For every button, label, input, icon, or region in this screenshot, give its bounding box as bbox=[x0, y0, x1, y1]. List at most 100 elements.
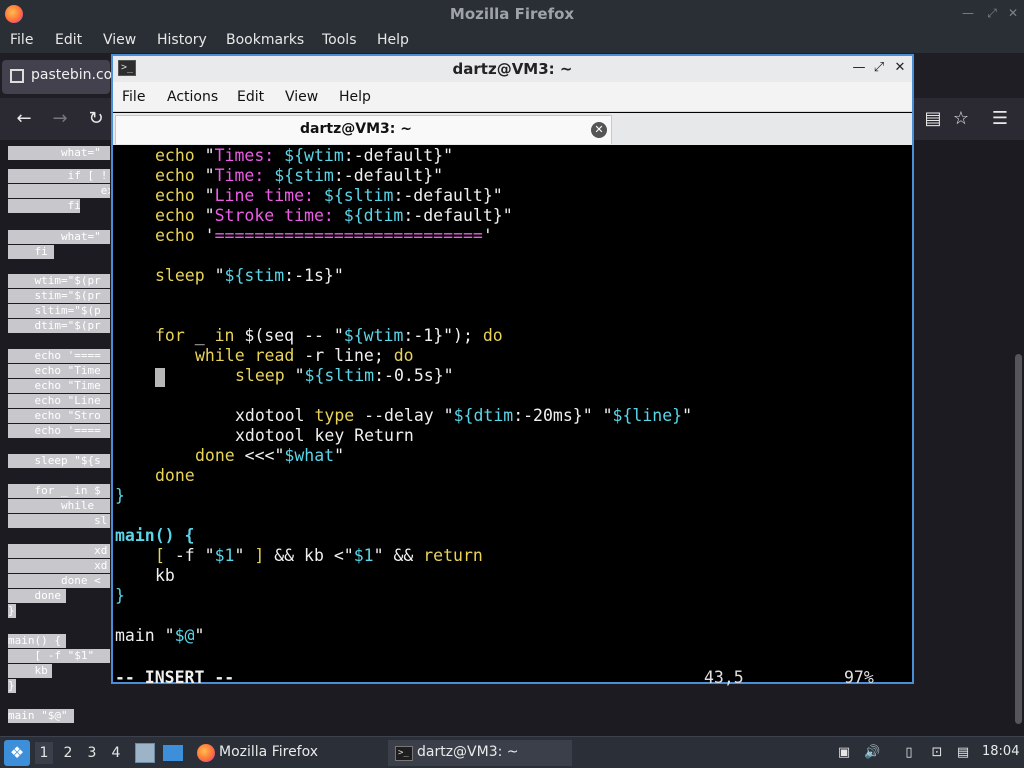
workspace-1[interactable]: 1 bbox=[35, 742, 53, 764]
pastebin-code-line: fi bbox=[8, 245, 54, 259]
code-line: sleep "${sltim:-0.5s}" bbox=[235, 366, 454, 385]
code-line: xdotool key Return bbox=[235, 426, 414, 445]
terminal-app-icon: >_ bbox=[395, 746, 413, 761]
clipboard-icon[interactable]: ▯ bbox=[901, 745, 917, 761]
pastebin-code-line: [ -f "$1" bbox=[8, 649, 110, 663]
terminal-menubar: File Actions Edit View Help bbox=[113, 82, 912, 112]
pastebin-code-line: sltim="$(p bbox=[8, 304, 110, 318]
close-icon[interactable]: ✕ bbox=[1006, 6, 1020, 20]
terminal-window-title: dartz@VM3: ~ bbox=[452, 60, 573, 78]
code-line: main() { bbox=[115, 526, 195, 545]
terminal-titlebar[interactable]: >_ dartz@VM3: ~ — ⤢ ✕ bbox=[113, 56, 912, 82]
menu-view[interactable]: View bbox=[103, 32, 136, 48]
taskbar: ❖ 1 2 3 4 Mozilla Firefox >_ dartz@VM3: … bbox=[0, 736, 1024, 768]
code-line: sleep "${stim:-1s}" bbox=[155, 266, 344, 285]
code-line: echo '===========================' bbox=[155, 226, 493, 245]
terminal-menu-edit[interactable]: Edit bbox=[237, 89, 264, 105]
show-desktop-icon[interactable] bbox=[163, 745, 183, 761]
terminal-window: >_ dartz@VM3: ~ — ⤢ ✕ File Actions Edit … bbox=[111, 54, 914, 687]
workspace-3[interactable]: 3 bbox=[83, 742, 101, 764]
network-icon[interactable]: ⊡ bbox=[929, 745, 945, 761]
menu-bookmarks[interactable]: Bookmarks bbox=[226, 32, 304, 48]
pastebin-code-line: what=" bbox=[8, 146, 110, 160]
pastebin-code-line: echo "Stro bbox=[8, 409, 110, 423]
code-line: echo "Line time: ${sltim:-default}" bbox=[155, 186, 503, 205]
taskbar-firefox-label: Mozilla Firefox bbox=[219, 744, 319, 760]
pastebin-code-line: while bbox=[8, 499, 110, 513]
minimize-icon[interactable]: — bbox=[851, 60, 867, 76]
terminal-menu-help[interactable]: Help bbox=[339, 89, 371, 105]
code-line: xdotool type --delay "${dtim:-20ms}" "${… bbox=[235, 406, 693, 425]
bookmark-star-icon[interactable]: ☆ bbox=[950, 109, 972, 129]
menu-help[interactable]: Help bbox=[377, 32, 409, 48]
terminal-menu-file[interactable]: File bbox=[122, 89, 145, 105]
vim-editor-buffer[interactable]: echo "Times: ${wtim:-default}" echo "Time… bbox=[113, 146, 912, 687]
pastebin-code-line: for _ in $ bbox=[8, 484, 110, 498]
pastebin-code-line: sl bbox=[8, 514, 110, 528]
pastebin-code-line: echo "Line bbox=[8, 394, 110, 408]
volume-icon[interactable]: 🔊 bbox=[864, 745, 880, 761]
vim-mode-indicator: -- INSERT -- bbox=[115, 668, 235, 687]
file-manager-icon[interactable] bbox=[135, 743, 155, 763]
pastebin-code-line: done bbox=[8, 589, 66, 603]
pastebin-code-line: if [ ! bbox=[8, 169, 110, 183]
clock: 18:04 bbox=[982, 744, 1020, 759]
notifications-icon[interactable]: ▤ bbox=[955, 745, 971, 761]
tab-close-icon[interactable]: ✕ bbox=[591, 122, 607, 138]
pastebin-code-line: kb bbox=[8, 664, 52, 678]
workspace-2[interactable]: 2 bbox=[59, 742, 77, 764]
code-line: } bbox=[115, 586, 125, 605]
menu-file[interactable]: File bbox=[10, 32, 33, 48]
code-line: echo "Time: ${stim:-default}" bbox=[155, 166, 444, 185]
pastebin-code-line: } bbox=[8, 604, 16, 618]
vim-scroll-percent: 97% bbox=[844, 668, 874, 687]
text-cursor bbox=[155, 368, 165, 387]
pastebin-code-line: sleep "${s bbox=[8, 454, 110, 468]
terminal-tabbar: dartz@VM3: ~ ✕ bbox=[113, 113, 912, 145]
hamburger-menu-icon[interactable]: ☰ bbox=[989, 109, 1011, 129]
pastebin-code-line: echo '==== bbox=[8, 424, 110, 438]
firefox-scrollbar-thumb[interactable] bbox=[1015, 354, 1022, 724]
taskbar-firefox-button[interactable]: Mozilla Firefox bbox=[192, 740, 382, 766]
app-menu-icon[interactable]: ❖ bbox=[4, 740, 30, 766]
terminal-tab-label: dartz@VM3: ~ bbox=[300, 121, 412, 137]
firefox-titlebar[interactable]: Mozilla Firefox — ⤢ ✕ bbox=[0, 0, 1024, 29]
workspace-4[interactable]: 4 bbox=[107, 742, 125, 764]
media-player-icon[interactable]: ▣ bbox=[836, 745, 852, 761]
taskbar-terminal-button[interactable]: >_ dartz@VM3: ~ bbox=[388, 740, 572, 766]
code-line: [ -f "$1" ] && kb <"$1" && return bbox=[155, 546, 483, 565]
pastebin-code-line: fi bbox=[8, 199, 80, 213]
code-line: } bbox=[115, 486, 125, 505]
pastebin-code-line: done < bbox=[8, 574, 110, 588]
terminal-tab[interactable]: dartz@VM3: ~ ✕ bbox=[115, 115, 612, 144]
minimize-icon[interactable]: — bbox=[961, 6, 975, 20]
reader-view-icon[interactable]: ▤ bbox=[922, 109, 944, 129]
reload-icon[interactable]: ↻ bbox=[85, 109, 107, 129]
maximize-icon[interactable]: ⤢ bbox=[871, 60, 887, 76]
pastebin-favicon-icon bbox=[10, 69, 24, 83]
code-line: kb bbox=[155, 566, 175, 585]
code-line: done bbox=[155, 466, 195, 485]
firefox-menubar: File Edit View History Bookmarks Tools H… bbox=[0, 29, 1024, 53]
menu-history[interactable]: History bbox=[157, 32, 207, 48]
back-arrow-icon[interactable]: ← bbox=[13, 109, 35, 129]
pastebin-code-line: main "$@" bbox=[8, 709, 74, 723]
terminal-menu-view[interactable]: View bbox=[285, 89, 318, 105]
code-line: for _ in $(seq -- "${wtim:-1}"); do bbox=[155, 326, 503, 345]
pastebin-code-line: } bbox=[8, 679, 16, 693]
forward-arrow-icon[interactable]: → bbox=[49, 109, 71, 129]
firefox-tab-label: pastebin.co bbox=[31, 67, 113, 83]
menu-edit[interactable]: Edit bbox=[55, 32, 82, 48]
pastebin-code-line: echo "Time bbox=[8, 364, 110, 378]
pastebin-code-line: dtim="$(pr bbox=[8, 319, 110, 333]
terminal-menu-actions[interactable]: Actions bbox=[167, 89, 218, 105]
menu-tools[interactable]: Tools bbox=[322, 32, 357, 48]
firefox-window-title: Mozilla Firefox bbox=[449, 5, 575, 23]
pastebin-code-line: ex bbox=[8, 184, 110, 198]
pastebin-code-line: echo "Time bbox=[8, 379, 110, 393]
close-icon[interactable]: ✕ bbox=[892, 60, 908, 76]
maximize-icon[interactable]: ⤢ bbox=[985, 6, 999, 20]
vim-cursor-position: 43,5 bbox=[704, 668, 744, 687]
pastebin-code-line: echo '==== bbox=[8, 349, 110, 363]
firefox-logo-icon bbox=[197, 744, 215, 762]
